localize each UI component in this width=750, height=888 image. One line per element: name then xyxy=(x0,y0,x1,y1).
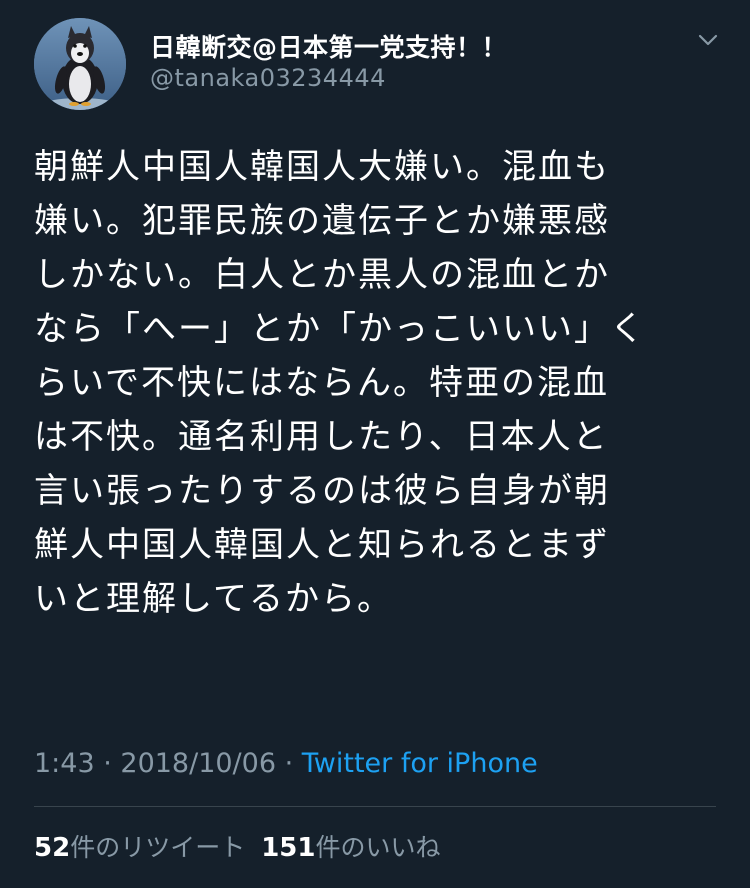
tweet-line: は不快。通名利用したり、日本人と xyxy=(34,417,609,457)
tweet-text: 朝鮮人中国人韓国人大嫌い。混血も 嫌い。犯罪民族の遺伝子とか嫌悪感 しかない。白… xyxy=(34,140,714,626)
tweet-source-link[interactable]: Twitter for iPhone xyxy=(302,748,538,779)
tweet-line: らいで不快にはならん。特亜の混血 xyxy=(34,363,609,403)
tweet-date[interactable]: 2018/10/06 xyxy=(120,748,276,779)
display-name[interactable]: 日韓断交@日本第一党支持！！ xyxy=(150,28,507,64)
tweet-line: いと理解してるから。 xyxy=(34,579,393,619)
tweet-line: 鮮人中国人韓国人と知られるとまず xyxy=(34,525,610,565)
tweet-stats: 52件のリツイート 151件のいいね xyxy=(34,828,441,864)
tweet-line: 朝鮮人中国人韓国人大嫌い。混血も xyxy=(34,147,610,187)
meta-separator: · xyxy=(94,748,121,779)
tweet-line: 言い張ったりするのは彼ら自身が朝 xyxy=(34,471,610,511)
user-handle[interactable]: @tanaka03234444 xyxy=(150,64,386,92)
retweets-stat[interactable]: 52件のリツイート xyxy=(34,833,246,863)
avatar[interactable] xyxy=(34,18,126,110)
tweet-meta: 1:43 · 2018/10/06 · Twitter for iPhone xyxy=(34,748,538,779)
tweet-line: 嫌い。犯罪民族の遺伝子とか嫌悪感 xyxy=(34,201,610,241)
likes-label: 件のいいね xyxy=(315,833,441,862)
meta-separator: · xyxy=(276,748,302,779)
tweet-line: なら「へー」とか「かっこいいい」く xyxy=(34,309,646,349)
chevron-down-icon[interactable] xyxy=(694,30,722,50)
retweets-count: 52 xyxy=(34,833,71,863)
likes-count: 151 xyxy=(261,833,316,863)
retweets-label: 件のリツイート xyxy=(70,833,246,862)
divider xyxy=(34,806,716,807)
likes-stat[interactable]: 151件のいいね xyxy=(261,833,441,863)
tweet-line: しかない。白人とか黒人の混血とか xyxy=(34,255,610,295)
tweet-time[interactable]: 1:43 xyxy=(34,748,95,779)
husky-penguin-avatar-image xyxy=(34,18,126,110)
